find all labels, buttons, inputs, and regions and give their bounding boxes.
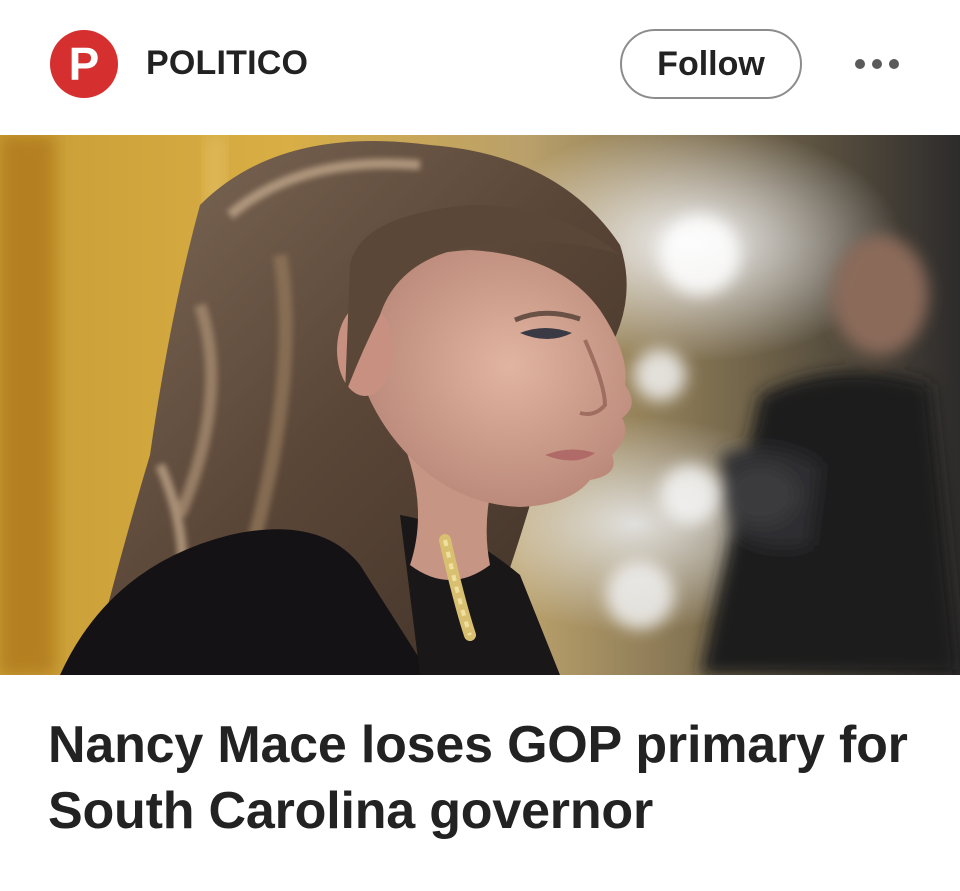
source-header: P POLITICO Follow: [0, 0, 960, 135]
article-photo: [0, 135, 960, 675]
more-dot: [872, 59, 882, 69]
follow-label: Follow: [657, 44, 765, 83]
article-image[interactable]: [0, 135, 960, 675]
logo-letter: P: [68, 38, 100, 90]
article-headline[interactable]: Nancy Mace loses GOP primary for South C…: [48, 712, 928, 844]
more-options-icon[interactable]: [855, 50, 899, 78]
source-name[interactable]: POLITICO: [146, 44, 308, 83]
follow-button[interactable]: Follow: [620, 29, 802, 99]
more-dot: [889, 59, 899, 69]
more-dot: [855, 59, 865, 69]
source-logo[interactable]: P: [50, 30, 118, 98]
news-card[interactable]: P POLITICO Follow Nancy Mace loses GOP p…: [0, 0, 960, 891]
